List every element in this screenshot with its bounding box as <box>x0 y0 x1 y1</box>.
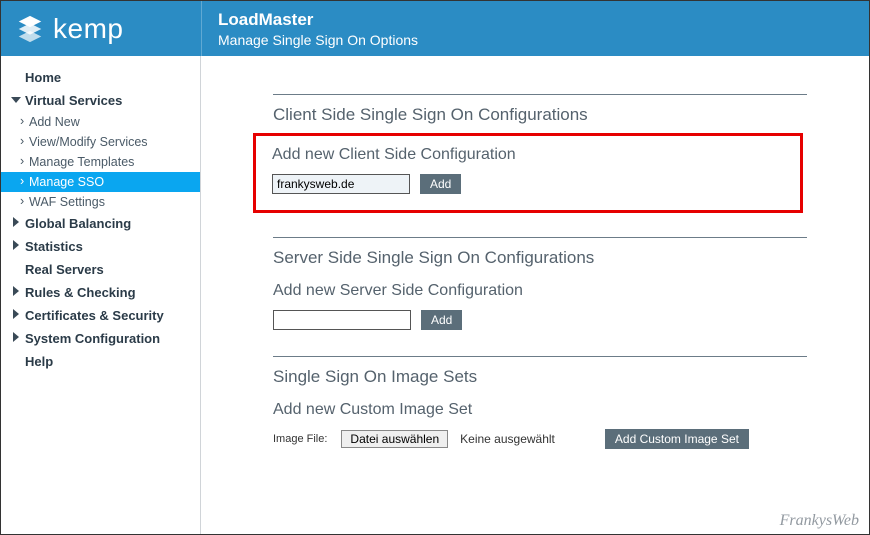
image-file-label: Image File: <box>273 433 327 445</box>
watermark: FrankysWeb <box>780 512 859 530</box>
client-add-heading: Add new Client Side Configuration <box>272 146 784 164</box>
sidebar-item-home[interactable]: Home <box>1 66 200 89</box>
imageset-add-heading: Add new Custom Image Set <box>273 401 807 419</box>
main-content: Client Side Single Sign On Configuration… <box>201 56 869 534</box>
sidebar-item-view-modify[interactable]: View/Modify Services <box>1 132 200 152</box>
client-add-highlight: Add new Client Side Configuration Add <box>253 133 803 213</box>
brand-text: kemp <box>53 13 123 45</box>
sidebar-item-manage-sso[interactable]: Manage SSO <box>1 172 200 192</box>
divider <box>273 356 807 357</box>
sidebar-item-waf-settings[interactable]: WAF Settings <box>1 192 200 212</box>
divider <box>273 237 807 238</box>
sidebar-item-global-balancing[interactable]: Global Balancing <box>1 212 200 235</box>
sidebar-item-add-new[interactable]: Add New <box>1 112 200 132</box>
imageset-add-form: Image File: Datei auswählen Keine ausgew… <box>273 429 807 449</box>
sidebar-item-system-config[interactable]: System Configuration <box>1 327 200 350</box>
server-section-title: Server Side Single Sign On Configuration… <box>273 248 807 268</box>
kemp-logo-icon <box>15 14 45 44</box>
add-client-config-button[interactable]: Add <box>420 174 461 194</box>
client-add-form: Add <box>272 174 784 194</box>
sidebar-item-statistics[interactable]: Statistics <box>1 235 200 258</box>
app-header: kemp LoadMaster Manage Single Sign On Op… <box>1 1 869 56</box>
sidebar-item-help[interactable]: Help <box>1 350 200 373</box>
sidebar-item-rules-checking[interactable]: Rules & Checking <box>1 281 200 304</box>
sidebar-item-manage-templates[interactable]: Manage Templates <box>1 152 200 172</box>
server-add-form: Add <box>273 310 807 330</box>
sidebar-item-real-servers[interactable]: Real Servers <box>1 258 200 281</box>
page-subtitle: Manage Single Sign On Options <box>218 32 418 48</box>
add-image-set-button[interactable]: Add Custom Image Set <box>605 429 749 449</box>
choose-file-button[interactable]: Datei auswählen <box>341 430 448 448</box>
client-section-title: Client Side Single Sign On Configuration… <box>273 105 807 125</box>
sidebar-item-virtual-services[interactable]: Virtual Services <box>1 89 200 112</box>
server-config-name-input[interactable] <box>273 310 411 330</box>
file-status-text: Keine ausgewählt <box>460 432 555 446</box>
brand-logo: kemp <box>1 1 201 56</box>
page-title: LoadMaster <box>218 10 418 30</box>
add-server-config-button[interactable]: Add <box>421 310 462 330</box>
sidebar: Home Virtual Services Add New View/Modif… <box>1 56 201 534</box>
server-add-heading: Add new Server Side Configuration <box>273 282 807 300</box>
imageset-section-title: Single Sign On Image Sets <box>273 367 807 387</box>
divider <box>273 94 807 95</box>
header-titles: LoadMaster Manage Single Sign On Options <box>201 1 418 56</box>
client-config-name-input[interactable] <box>272 174 410 194</box>
sidebar-item-certs-security[interactable]: Certificates & Security <box>1 304 200 327</box>
